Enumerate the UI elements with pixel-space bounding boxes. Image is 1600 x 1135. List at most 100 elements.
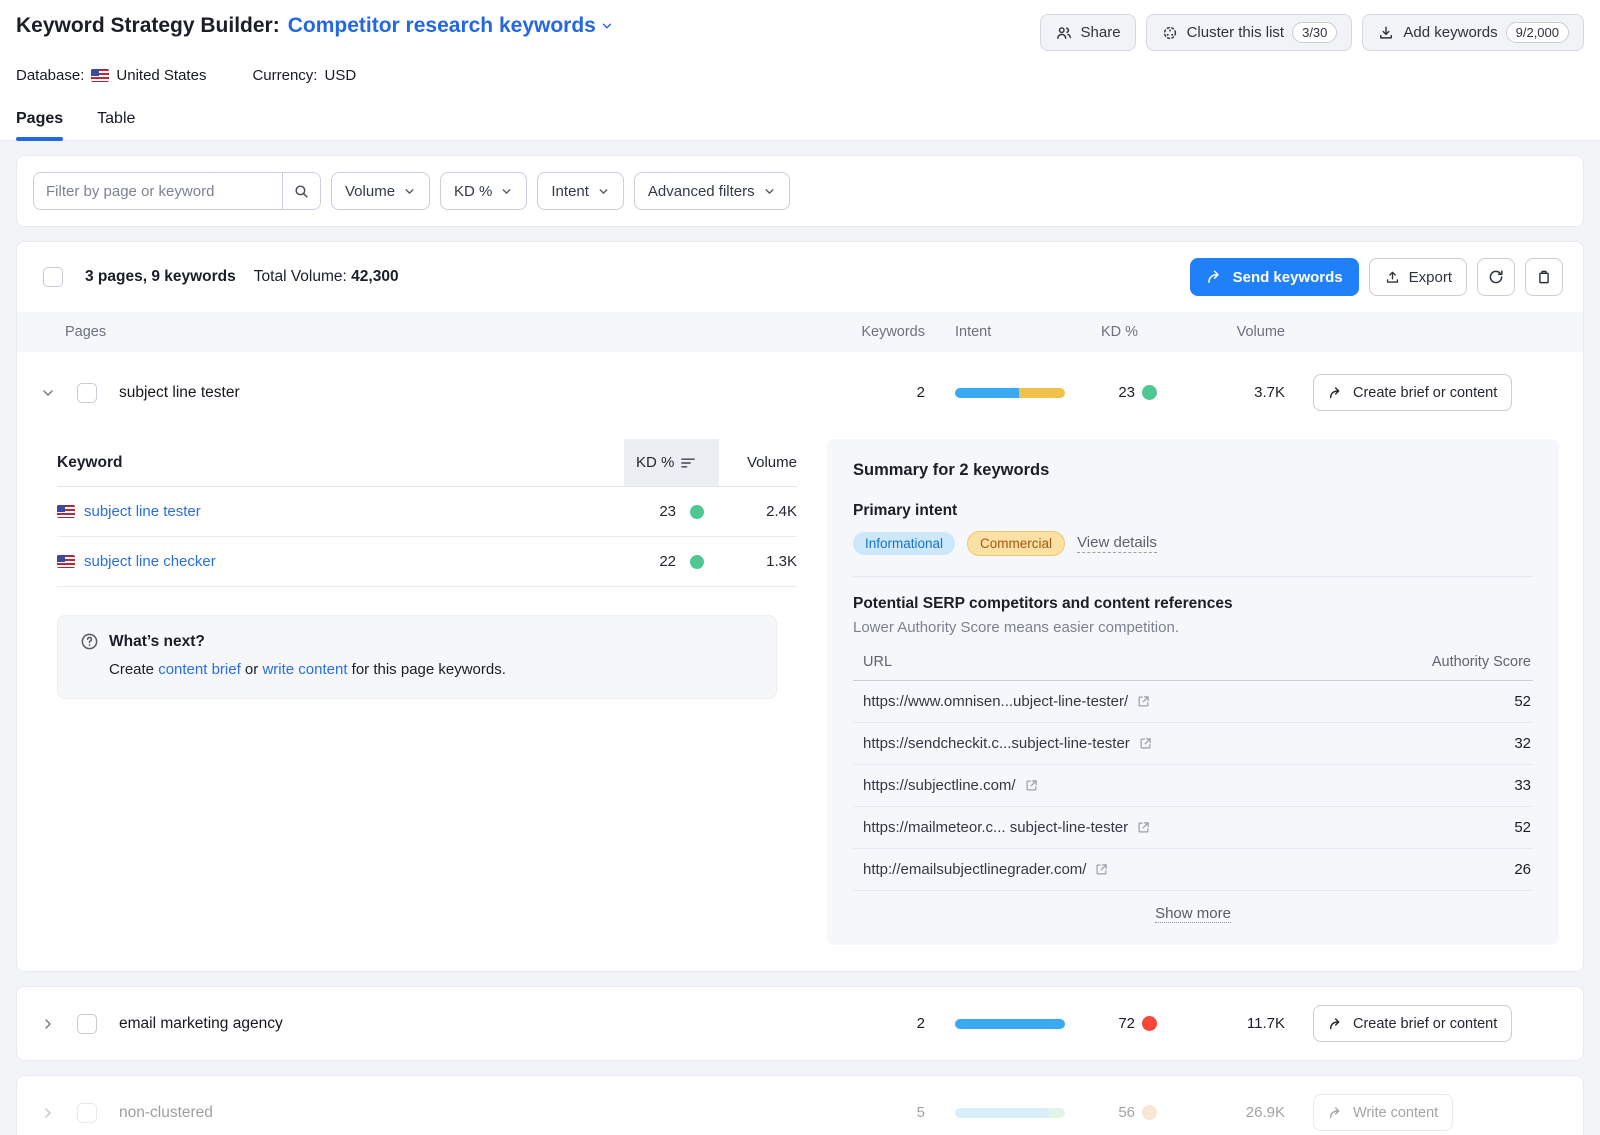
create-brief-label: Create brief or content [1353,385,1497,401]
advanced-filters-label: Advanced filters [648,183,755,200]
view-details-link[interactable]: View details [1077,534,1157,553]
column-volume: Volume [1185,324,1285,340]
column-keywords: Keywords [845,324,925,340]
cluster-count-badge: 3/30 [1292,22,1337,43]
refresh-button[interactable] [1477,258,1515,296]
page-card-email-marketing-agency: email marketing agency 2 72 11.7K Create… [16,986,1584,1061]
send-arrow-icon [1328,1016,1344,1032]
url-table-header: URL Authority Score [853,654,1533,681]
authority-score-value: 52 [1514,819,1531,836]
whats-next-box: What’s next? Create content brief or wri… [57,615,777,699]
external-link-icon[interactable] [1136,820,1151,835]
chevron-down-icon [763,185,776,198]
send-arrow-icon [1328,1105,1344,1121]
share-button[interactable]: Share [1040,14,1136,51]
total-volume-value: 42,300 [351,268,398,285]
add-keywords-label: Add keywords [1403,24,1497,41]
column-keyword: Keyword [57,439,624,486]
serp-url-row: https://sendcheckit.c...subject-line-tes… [853,723,1533,765]
delete-button[interactable] [1525,258,1563,296]
serp-url[interactable]: http://emailsubjectlinegrader.com/ [863,861,1109,878]
kd-value: 72 [1099,1015,1135,1032]
informational-badge: Informational [853,532,955,555]
whats-next-text-part: for this page keywords. [348,661,506,678]
commercial-badge: Commercial [967,531,1065,556]
add-keywords-button[interactable]: Add keywords 9/2,000 [1362,14,1584,51]
chevron-down-icon [403,185,416,198]
kd-filter-dropdown[interactable]: KD % [440,172,527,210]
main-content: Volume KD % Intent Advanced filters 3 pa… [0,141,1600,1135]
cluster-list-button[interactable]: Cluster this list 3/30 [1146,14,1353,51]
kd-value: 56 [1099,1104,1135,1121]
serp-url[interactable]: https://sendcheckit.c...subject-line-tes… [863,735,1153,752]
column-kd-sorted[interactable]: KD % [624,439,719,486]
tab-pages[interactable]: Pages [16,110,63,140]
summary-title: Summary for 2 keywords [853,461,1533,480]
page-card-non-clustered: non-clustered 5 56 26.9K Write content [16,1075,1584,1135]
sort-desc-icon [681,457,695,469]
select-all-checkbox[interactable] [43,267,63,287]
external-link-icon[interactable] [1094,862,1109,877]
intent-filter-dropdown[interactable]: Intent [537,172,624,210]
selection-toolbar: 3 pages, 9 keywords Total Volume: 42,300… [17,242,1583,312]
authority-score-value: 33 [1514,777,1531,794]
row-checkbox[interactable] [77,1103,97,1123]
serp-url-row: https://mailmeteor.c... subject-line-tes… [853,807,1533,849]
column-pages: Pages [65,324,106,340]
tab-table[interactable]: Table [97,110,135,140]
serp-url-row: https://subjectline.com/33 [853,765,1533,807]
keyword-link[interactable]: subject line tester [84,503,201,520]
us-flag-icon [91,69,109,82]
serp-url[interactable]: https://www.omnisen...ubject-line-tester… [863,693,1151,710]
database-label: Database: [16,67,84,84]
database-selector[interactable]: Database: United States [16,67,206,84]
chevron-right-icon[interactable] [37,1016,59,1032]
us-flag-icon [57,505,75,518]
write-content-link[interactable]: write content [262,661,347,678]
kd-value: 23 [1099,384,1135,401]
show-more-link[interactable]: Show more [1155,905,1231,923]
volume-value: 3.7K [1185,384,1285,401]
search-box [33,172,321,210]
row-checkbox[interactable] [77,383,97,403]
currency-value: USD [324,67,356,84]
export-button[interactable]: Export [1369,258,1467,296]
send-keywords-button[interactable]: Send keywords [1190,258,1359,296]
create-brief-button[interactable]: Create brief or content [1313,1005,1512,1042]
export-icon [1384,269,1401,286]
total-volume: Total Volume: 42,300 [254,268,399,286]
chevron-down-icon[interactable] [37,385,59,401]
serp-url[interactable]: https://subjectline.com/ [863,777,1039,794]
search-icon[interactable] [282,173,320,209]
trash-icon [1535,268,1553,286]
keyword-row: subject line tester 23 2.4K [57,487,797,537]
primary-intent-label: Primary intent [853,502,1533,520]
intent-bar [955,1108,1065,1118]
selection-summary: 3 pages, 9 keywords [85,268,236,286]
keyword-link[interactable]: subject line checker [84,553,216,570]
advanced-filters-dropdown[interactable]: Advanced filters [634,172,790,210]
search-input[interactable] [34,173,282,209]
whats-next-text-part: Create [109,661,158,678]
kd-dot [1142,1016,1157,1031]
write-content-button[interactable]: Write content [1313,1094,1453,1131]
create-brief-button[interactable]: Create brief or content [1313,374,1512,411]
serp-url-row: https://www.omnisen...ubject-line-tester… [853,681,1533,723]
currency-indicator: Currency: USD [252,67,356,84]
table-header-row: Pages Keywords Intent KD % Volume [17,312,1583,352]
send-keywords-label: Send keywords [1233,269,1343,286]
external-link-icon[interactable] [1024,778,1039,793]
list-selector[interactable]: Competitor research keywords [288,14,614,38]
external-link-icon[interactable] [1138,736,1153,751]
content-brief-link[interactable]: content brief [158,661,241,678]
help-circle-icon [80,632,99,651]
volume-filter-dropdown[interactable]: Volume [331,172,430,210]
create-brief-label: Create brief or content [1353,1016,1497,1032]
chevron-right-icon[interactable] [37,1105,59,1121]
kd-dot [1142,1105,1157,1120]
serp-url[interactable]: https://mailmeteor.c... subject-line-tes… [863,819,1151,836]
share-label: Share [1081,24,1121,41]
row-checkbox[interactable] [77,1014,97,1034]
external-link-icon[interactable] [1136,694,1151,709]
summary-panel: Summary for 2 keywords Primary intent In… [827,439,1559,945]
